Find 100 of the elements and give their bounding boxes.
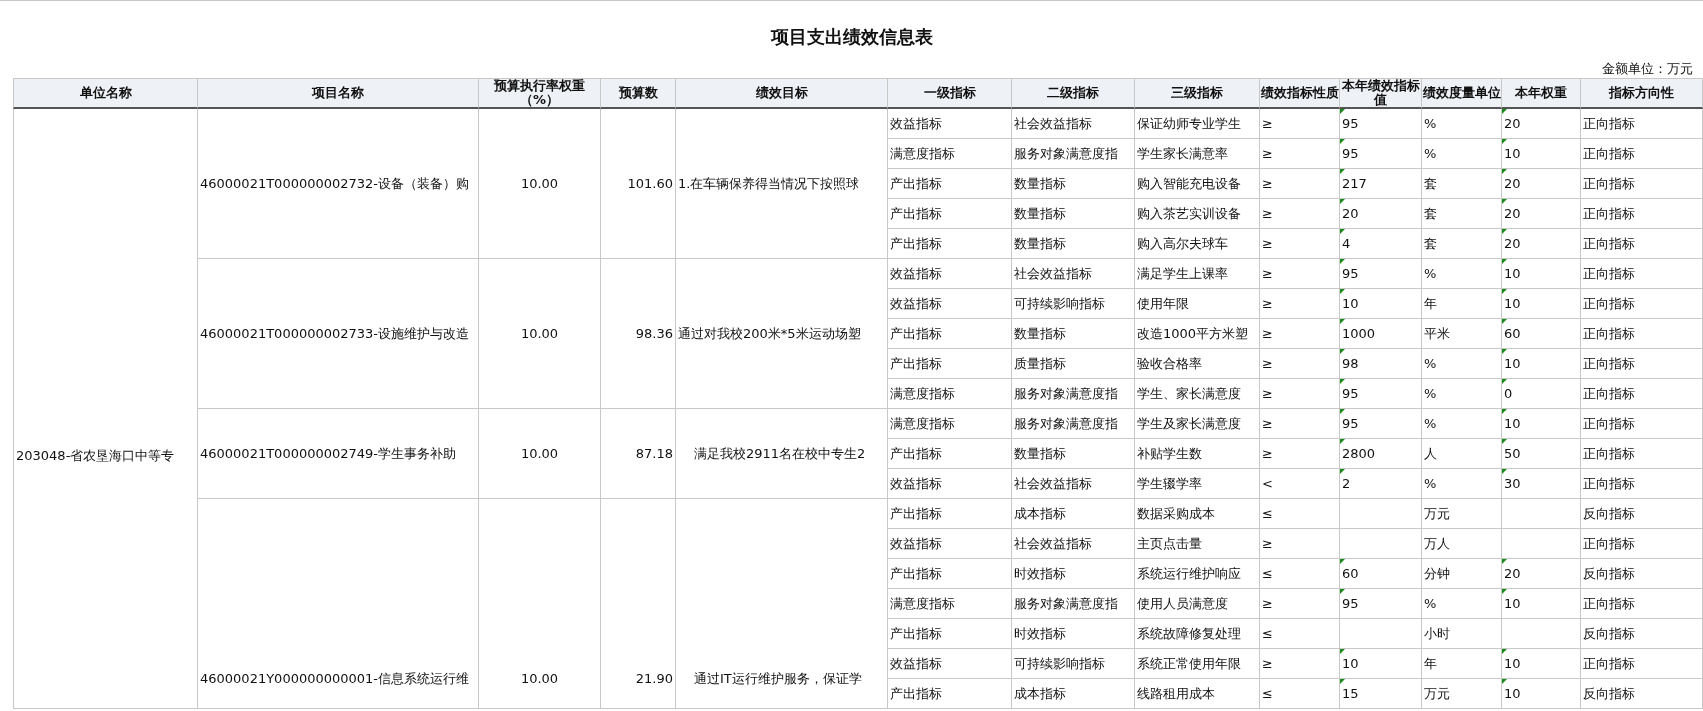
- nature-cell: ≥: [1260, 349, 1340, 379]
- target-value-cell: 95: [1340, 589, 1422, 619]
- corner-triangle-icon: [1502, 379, 1507, 384]
- level3-cell: 系统运行维护响应: [1135, 559, 1260, 589]
- corner-triangle-icon: [1340, 139, 1345, 144]
- corner-triangle-icon: [1340, 349, 1345, 354]
- level1-cell: 产出指标: [888, 499, 1012, 529]
- level1-cell: 满意度指标: [888, 139, 1012, 169]
- direction-cell: 反向指标: [1581, 499, 1703, 529]
- nature-cell: ≥: [1260, 529, 1340, 559]
- unit-cell: %: [1422, 409, 1502, 439]
- corner-triangle-icon: [1502, 139, 1507, 144]
- direction-cell: 正向指标: [1581, 379, 1703, 409]
- weight-cell: 20: [1502, 199, 1581, 229]
- corner-triangle-icon: [1340, 559, 1345, 564]
- corner-triangle-icon: [1502, 679, 1507, 684]
- corner-triangle-icon: [1340, 439, 1345, 444]
- target-value-cell: 4: [1340, 229, 1422, 259]
- corner-triangle-icon: [1340, 379, 1345, 384]
- target-value-cell: 15: [1340, 679, 1422, 709]
- level2-cell: 数量指标: [1012, 439, 1135, 469]
- nature-cell: ≥: [1260, 589, 1340, 619]
- level3-cell: 系统故障修复处理: [1135, 619, 1260, 649]
- level2-cell: 服务对象满意度指: [1012, 139, 1135, 169]
- corner-triangle-icon: [1340, 409, 1345, 414]
- level2-cell: 社会效益指标: [1012, 109, 1135, 139]
- nature-cell: ≥: [1260, 649, 1340, 679]
- level1-cell: 效益指标: [888, 109, 1012, 139]
- weight-rate-cell: 10.00: [479, 499, 601, 709]
- level2-cell: 成本指标: [1012, 679, 1135, 709]
- unit-cell: 套: [1422, 169, 1502, 199]
- nature-cell: ≥: [1260, 199, 1340, 229]
- weight-cell: 10: [1502, 349, 1581, 379]
- corner-triangle-icon: [1340, 199, 1345, 204]
- nature-cell: ≥: [1260, 259, 1340, 289]
- level2-cell: 数量指标: [1012, 169, 1135, 199]
- column-header: 指标方向性: [1581, 78, 1703, 109]
- nature-cell: ≤: [1260, 619, 1340, 649]
- target-value-cell: 95: [1340, 139, 1422, 169]
- weight-rate-cell: 10.00: [479, 109, 601, 259]
- direction-cell: 正向指标: [1581, 289, 1703, 319]
- column-header: 一级指标: [888, 78, 1012, 109]
- level2-cell: 数量指标: [1012, 229, 1135, 259]
- nature-cell: ≥: [1260, 169, 1340, 199]
- column-header: 预算执行率权重（%）: [479, 78, 601, 109]
- corner-triangle-icon: [1340, 289, 1345, 294]
- level3-cell: 补贴学生数: [1135, 439, 1260, 469]
- level1-cell: 产出指标: [888, 559, 1012, 589]
- level3-cell: 系统正常使用年限: [1135, 649, 1260, 679]
- corner-triangle-icon: [1502, 589, 1507, 594]
- project-name-cell: 46000021T000000002749-学生事务补助: [198, 409, 479, 499]
- level2-cell: 成本指标: [1012, 499, 1135, 529]
- corner-triangle-icon: [1340, 169, 1345, 174]
- corner-triangle-icon: [1340, 469, 1345, 474]
- column-header: 本年绩效指标值: [1340, 78, 1422, 109]
- weight-cell: 20: [1502, 169, 1581, 199]
- budget-cell: 87.18: [601, 409, 676, 499]
- corner-triangle-icon: [1502, 409, 1507, 414]
- level1-cell: 效益指标: [888, 529, 1012, 559]
- corner-triangle-icon: [1340, 109, 1345, 114]
- level3-cell: 满足学生上课率: [1135, 259, 1260, 289]
- nature-cell: ≥: [1260, 109, 1340, 139]
- weight-cell: 10: [1502, 289, 1581, 319]
- level1-cell: 效益指标: [888, 259, 1012, 289]
- level3-cell: 主页点击量: [1135, 529, 1260, 559]
- project-name-cell: 46000021T000000002733-设施维护与改造: [198, 259, 479, 409]
- project-name-cell: 46000021T000000002732-设备（装备）购: [198, 109, 479, 259]
- unit-cell: 万元: [1422, 499, 1502, 529]
- target-value-cell: 1000: [1340, 319, 1422, 349]
- budget-cell: 101.60: [601, 109, 676, 259]
- weight-cell: 10: [1502, 139, 1581, 169]
- level1-cell: 满意度指标: [888, 409, 1012, 439]
- target-value-cell: 95: [1340, 259, 1422, 289]
- level2-cell: 服务对象满意度指: [1012, 409, 1135, 439]
- level3-cell: 数据采购成本: [1135, 499, 1260, 529]
- corner-triangle-icon: [1340, 679, 1345, 684]
- unit-cell: 人: [1422, 439, 1502, 469]
- column-header: 绩效目标: [676, 78, 888, 109]
- weight-cell: 10: [1502, 259, 1581, 289]
- target-value-cell: 95: [1340, 379, 1422, 409]
- direction-cell: 正向指标: [1581, 589, 1703, 619]
- target-value-cell: 20: [1340, 199, 1422, 229]
- weight-cell: 60: [1502, 319, 1581, 349]
- column-header: 二级指标: [1012, 78, 1135, 109]
- level2-cell: 服务对象满意度指: [1012, 379, 1135, 409]
- nature-cell: ≤: [1260, 679, 1340, 709]
- level2-cell: 服务对象满意度指: [1012, 589, 1135, 619]
- corner-triangle-icon: [1502, 199, 1507, 204]
- nature-cell: ≥: [1260, 139, 1340, 169]
- level1-cell: 产出指标: [888, 229, 1012, 259]
- level3-cell: 线路租用成本: [1135, 679, 1260, 709]
- target-value-cell: 217: [1340, 169, 1422, 199]
- level2-cell: 数量指标: [1012, 319, 1135, 349]
- level2-cell: 数量指标: [1012, 199, 1135, 229]
- target-value-cell: 98: [1340, 349, 1422, 379]
- level3-cell: 验收合格率: [1135, 349, 1260, 379]
- level3-cell: 购入茶艺实训设备: [1135, 199, 1260, 229]
- target-value-cell: 10: [1340, 289, 1422, 319]
- weight-cell: 10: [1502, 679, 1581, 709]
- unit-cell: 小时: [1422, 619, 1502, 649]
